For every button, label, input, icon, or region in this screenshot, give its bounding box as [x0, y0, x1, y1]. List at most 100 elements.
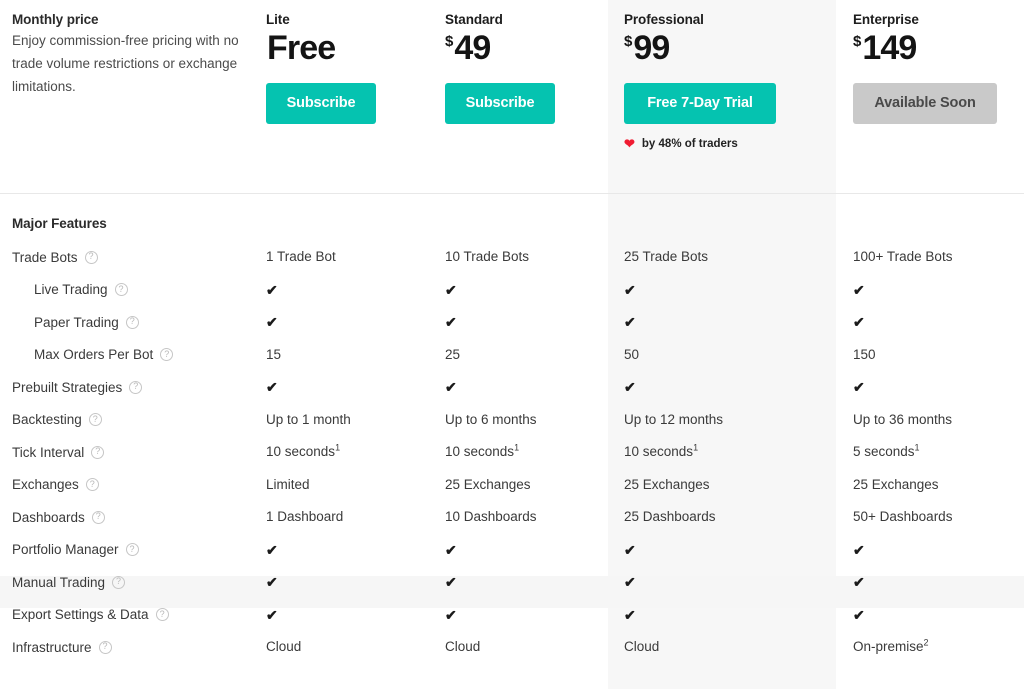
- help-icon[interactable]: ?: [91, 510, 105, 524]
- check-icon: ✔: [445, 281, 457, 298]
- feature-row: Tick Interval? 10 seconds1 10 seconds1 10 s…: [0, 442, 1024, 475]
- feature-row: Paper Trading? ✔ ✔ ✔ ✔: [0, 312, 1024, 345]
- feature-label: Max Orders Per Bot: [34, 347, 154, 362]
- feature-value-enterprise: Up to 36 months: [853, 411, 953, 427]
- feature-label-cell: Export Settings & Data?: [12, 605, 169, 625]
- help-icon[interactable]: ?: [98, 640, 112, 654]
- feature-label-cell: Manual Trading?: [12, 572, 126, 592]
- feature-value-professional: ✔: [624, 605, 636, 625]
- check-icon: ✔: [266, 379, 278, 395]
- feature-value-standard: Cloud: [445, 639, 481, 654]
- feature-value-professional: ✔: [624, 572, 636, 592]
- feature-label-cell: Tick Interval?: [12, 442, 105, 462]
- feature-value-lite: Up to 1 month: [266, 411, 351, 427]
- feature-value-professional: Cloud: [624, 639, 660, 654]
- feature-value-lite: ✔: [266, 280, 278, 300]
- feature-value-lite: ✔: [266, 572, 278, 592]
- feature-value-standard: ✔: [445, 540, 457, 560]
- feature-row: Portfolio Manager? ✔ ✔ ✔ ✔: [0, 540, 1024, 573]
- check-icon: ✔: [853, 574, 865, 590]
- feature-label: Dashboards: [12, 509, 85, 525]
- check-icon: ✔: [266, 281, 278, 298]
- help-icon[interactable]: ?: [125, 315, 139, 329]
- plan-price-professional: $99: [624, 29, 814, 67]
- feature-row: Live Trading? ✔ ✔ ✔ ✔: [0, 280, 1024, 313]
- check-icon: ✔: [853, 281, 865, 298]
- plan-name-lite: Lite: [266, 12, 290, 27]
- check-icon: ✔: [445, 574, 457, 590]
- help-icon[interactable]: ?: [84, 250, 98, 264]
- plan-name-professional: Professional: [624, 12, 704, 27]
- feature-label: Portfolio Manager: [12, 542, 119, 557]
- help-icon[interactable]: ?: [88, 413, 102, 426]
- feature-value-enterprise: 100+ Trade Bots: [853, 249, 953, 264]
- feature-value-lite: 15: [266, 346, 282, 362]
- feature-label-cell: Prebuilt Strategies?: [12, 377, 143, 397]
- footnote-marker: 1: [335, 442, 341, 453]
- feature-value-standard: 10 Trade Bots: [445, 249, 530, 264]
- features-section: Major Features Trade Bots? 1 Trade Bot 10 …: [0, 193, 1024, 689]
- plan-column-standard: Standard $49 Subscribe: [445, 0, 605, 125]
- help-icon[interactable]: ?: [112, 575, 126, 589]
- help-icon[interactable]: ?: [114, 283, 128, 296]
- help-icon[interactable]: ?: [91, 445, 105, 459]
- feature-row: Manual Trading? ✔ ✔ ✔ ✔: [0, 572, 1024, 605]
- feature-value-enterprise: ✔: [853, 572, 865, 592]
- feature-value-professional: ✔: [624, 377, 636, 397]
- feature-value-enterprise: ✔: [853, 605, 865, 625]
- feature-value-enterprise: ✔: [853, 312, 865, 332]
- feature-label: Manual Trading: [12, 574, 106, 590]
- check-icon: ✔: [266, 574, 278, 590]
- help-icon[interactable]: ?: [160, 348, 174, 361]
- help-icon[interactable]: ?: [85, 478, 99, 491]
- feature-value-lite: 1 Dashboard: [266, 509, 344, 524]
- check-icon: ✔: [266, 314, 278, 330]
- feature-value-standard: ✔: [445, 280, 457, 300]
- feature-value-enterprise: On-premise2: [853, 637, 929, 654]
- feature-value-professional: 10 seconds1: [624, 442, 699, 459]
- check-icon: ✔: [624, 314, 636, 330]
- check-icon: ✔: [266, 606, 278, 623]
- plan-name-enterprise: Enterprise: [853, 12, 919, 27]
- feature-label-cell: Backtesting?: [12, 410, 102, 430]
- feature-row: Trade Bots? 1 Trade Bot 10 Trade Bots 25 Tr…: [0, 247, 1024, 280]
- feature-value-professional: Up to 12 months: [624, 411, 724, 427]
- feature-row: Prebuilt Strategies? ✔ ✔ ✔ ✔: [0, 377, 1024, 410]
- feature-label-cell: Portfolio Manager?: [12, 540, 139, 560]
- plan-currency-enterprise: $: [853, 33, 862, 50]
- check-icon: ✔: [853, 379, 865, 395]
- feature-label: Exchanges: [12, 477, 79, 492]
- feature-value-professional: ✔: [624, 312, 636, 332]
- feature-value-lite: Limited: [266, 476, 310, 492]
- feature-value-lite: ✔: [266, 540, 278, 560]
- loved-by-traders-label: by 48% of traders: [641, 137, 738, 150]
- feature-label: Paper Trading: [34, 314, 119, 330]
- pricing-description: Monthly price Enjoy commission-free pric…: [12, 0, 244, 99]
- footnote-marker: 2: [923, 637, 929, 648]
- free-trial-button-professional[interactable]: Free 7-Day Trial: [624, 83, 776, 125]
- feature-value-lite: ✔: [266, 312, 278, 332]
- feature-label-cell: Exchanges?: [12, 475, 99, 495]
- feature-value-standard: ✔: [445, 605, 457, 625]
- help-icon[interactable]: ?: [129, 380, 143, 394]
- feature-value-professional: 50: [624, 346, 640, 362]
- feature-value-standard: ✔: [445, 377, 457, 397]
- help-icon[interactable]: ?: [155, 608, 169, 621]
- feature-value-professional: ✔: [624, 540, 636, 560]
- feature-value-standard: ✔: [445, 572, 457, 592]
- check-icon: ✔: [624, 574, 636, 590]
- subscribe-button-lite[interactable]: Subscribe: [266, 83, 376, 125]
- plan-column-lite: Lite Free Subscribe: [266, 0, 426, 125]
- feature-value-enterprise: ✔: [853, 377, 865, 397]
- subscribe-button-standard[interactable]: Subscribe: [445, 83, 555, 125]
- check-icon: ✔: [624, 606, 636, 623]
- feature-value-professional: ✔: [624, 280, 636, 300]
- footnote-marker: 1: [514, 442, 520, 453]
- help-icon[interactable]: ?: [125, 543, 139, 556]
- feature-label: Live Trading: [34, 282, 108, 297]
- feature-value-lite: Cloud: [266, 639, 302, 654]
- feature-label: Export Settings & Data: [12, 607, 149, 622]
- check-icon: ✔: [624, 379, 636, 395]
- check-icon: ✔: [624, 541, 636, 558]
- loved-by-traders-note: ❤ by 48% of traders: [624, 137, 814, 150]
